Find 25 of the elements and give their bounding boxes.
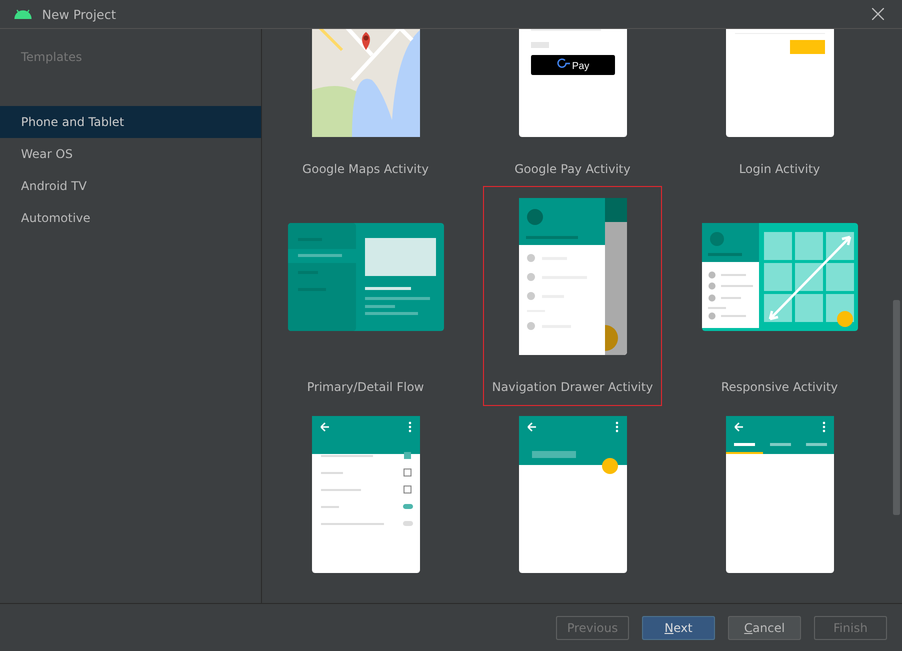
template-card[interactable]: Responsive Activity — [690, 186, 869, 406]
template-name: Navigation Drawer Activity — [492, 379, 653, 395]
template-name: Responsive Activity — [721, 379, 838, 395]
window-title: New Project — [42, 6, 116, 22]
template-name: Google Maps Activity — [302, 161, 429, 177]
template-card[interactable]: Primary/Detail Flow — [276, 186, 455, 406]
wizard-button[interactable]: Next — [642, 616, 715, 640]
sidebar-item[interactable]: Android TV — [0, 170, 261, 202]
android-logo-icon — [14, 9, 32, 19]
template-name: Primary/Detail Flow — [307, 379, 424, 395]
template-name: Login Activity — [738, 161, 820, 177]
wizard-button[interactable]: Cancel — [728, 616, 801, 640]
template-card[interactable]: Login Activity — [690, 29, 869, 188]
template-card[interactable]: Navigation Drawer Activity — [483, 186, 662, 406]
template-card[interactable]: Pay Google Pay Activity — [483, 29, 662, 188]
sidebar-item[interactable]: Automotive — [0, 202, 261, 234]
close-icon[interactable] — [872, 8, 884, 20]
sidebar-item[interactable]: Wear OS — [0, 138, 261, 170]
g-logo-icon — [556, 58, 570, 68]
scrollbar-thumb[interactable] — [893, 300, 900, 515]
sidebar-heading: Templates — [20, 50, 84, 66]
template-name: Google Pay Activity — [514, 161, 630, 177]
pay-label: Pay — [572, 61, 589, 72]
template-card[interactable]: Google Maps Activity — [276, 29, 455, 188]
sidebar-item[interactable]: Phone and Tablet — [0, 106, 261, 138]
